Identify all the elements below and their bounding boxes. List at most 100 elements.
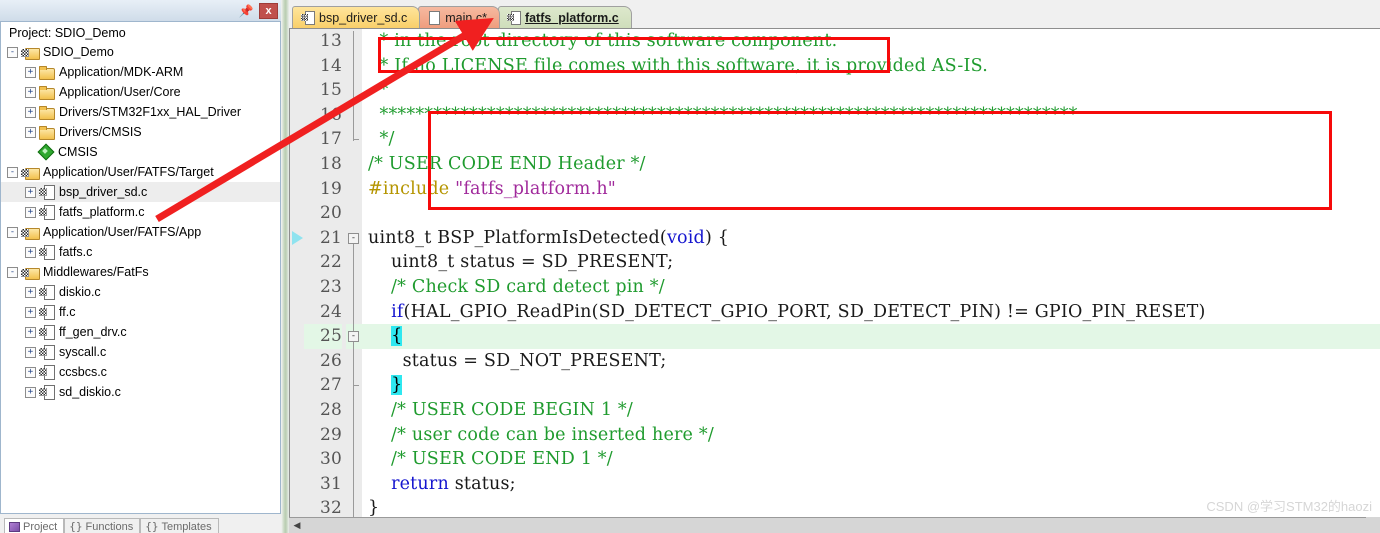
tree-item[interactable]: + ff_gen_drv.c [1,322,280,342]
close-icon[interactable]: x [259,2,278,19]
code-folding-gutter[interactable]: -- [346,29,362,517]
code-line[interactable]: { [362,324,1380,349]
horizontal-scrollbar[interactable]: ◀ [289,517,1380,533]
breakpoint-slot[interactable] [290,53,304,79]
panel-tab-functions[interactable]: {} Functions [64,518,141,533]
collapse-icon[interactable]: - [7,266,18,278]
breakpoint-slot[interactable] [290,176,304,202]
tree-item[interactable]: - Application/User/FATFS/Target [1,162,280,182]
code-line[interactable]: * [362,78,1380,103]
panel-splitter[interactable] [281,0,289,533]
breakpoint-slot[interactable] [290,29,304,54]
code-line[interactable]: if(HAL_GPIO_ReadPin(SD_DETECT_GPIO_PORT,… [362,300,1380,325]
tree-item-label: Drivers/STM32F1xx_HAL_Driver [59,105,241,119]
collapse-icon[interactable]: - [7,166,18,178]
tree-item[interactable]: - Middlewares/FatFs [1,262,280,282]
code-line[interactable]: * in the root directory of this software… [362,29,1380,54]
collapse-icon[interactable]: - [7,46,18,58]
expand-icon[interactable]: + [25,386,36,398]
breakpoint-slot[interactable] [290,127,304,152]
group-icon [21,166,40,180]
breakpoint-slot[interactable] [290,422,304,448]
tree-item[interactable]: + Application/User/Core [1,82,280,102]
fold-slot [346,177,362,202]
code-line[interactable]: /* USER CODE END Header */ [362,152,1380,177]
code-line[interactable]: uint8_t status = SD_PRESENT; [362,250,1380,275]
file-icon [39,285,55,300]
tree-item[interactable]: + syscall.c [1,342,280,362]
expand-icon[interactable]: + [25,206,36,218]
breakpoint-slot[interactable] [290,397,304,423]
breakpoint-gutter[interactable] [290,29,304,517]
tree-item[interactable]: - Application/User/FATFS/App [1,222,280,242]
braces-icon: {} [145,520,159,533]
breakpoint-slot[interactable] [290,201,304,226]
code-text[interactable]: * in the root directory of this software… [362,29,1380,517]
tree-item[interactable]: - SDIO_Demo [1,42,280,62]
tree-item[interactable]: + Drivers/CMSIS [1,122,280,142]
group-icon [21,266,40,280]
editor-tab[interactable]: main.c* [418,6,500,28]
breakpoint-slot[interactable] [290,250,304,275]
breakpoint-slot[interactable] [290,102,304,128]
tree-item-label: fatfs_platform.c [59,205,145,219]
expand-icon[interactable]: + [25,326,36,338]
project-tree[interactable]: Project: SDIO_Demo - SDIO_Demo + Applicatio… [0,22,281,513]
editor-tab[interactable]: bsp_driver_sd.c [292,6,421,28]
code-line[interactable]: * If no LICENSE file comes with this sof… [362,54,1380,79]
expand-icon[interactable]: + [25,66,36,78]
code-line[interactable]: /* user code can be inserted here */ [362,423,1380,448]
expand-icon[interactable]: + [25,306,36,318]
breakpoint-slot[interactable] [290,496,304,517]
code-line[interactable]: return status; [362,472,1380,497]
pin-icon[interactable]: 📌 [237,2,255,19]
code-line[interactable]: uint8_t BSP_PlatformIsDetected(void) { [362,226,1380,251]
code-line[interactable]: /* Check SD card detect pin */ [362,275,1380,300]
code-line[interactable]: ****************************************… [362,103,1380,128]
tree-item[interactable]: + bsp_driver_sd.c [1,182,280,202]
expand-icon[interactable]: + [25,346,36,358]
tree-item[interactable]: + sd_diskio.c [1,382,280,402]
breakpoint-slot[interactable] [290,324,304,349]
scroll-left-icon[interactable]: ◀ [289,518,305,533]
code-line[interactable]: /* USER CODE END 1 */ [362,447,1380,472]
code-line[interactable]: #include "fatfs_platform.h" [362,177,1380,202]
collapse-icon[interactable]: - [7,226,18,238]
execution-marker-icon[interactable] [292,230,303,245]
code-line[interactable]: */ [362,127,1380,152]
expand-icon[interactable]: + [25,126,36,138]
code-area[interactable]: 13 14 15 16 17 18 19 20 21 22 23 24 25 26 27 28 29 30 31 32… [289,28,1380,517]
breakpoint-slot[interactable] [290,78,304,103]
breakpoint-slot[interactable] [290,348,304,374]
expand-icon[interactable]: + [25,366,36,378]
expand-icon[interactable]: + [25,106,36,118]
tree-item[interactable]: + fatfs.c [1,242,280,262]
line-number: 15 [319,80,342,101]
code-line[interactable]: } [362,373,1380,398]
tree-item[interactable]: + Application/MDK-ARM [1,62,280,82]
expand-icon[interactable]: + [25,286,36,298]
fold-toggle-function[interactable]: - [348,232,359,244]
expand-icon[interactable]: + [25,86,36,98]
breakpoint-slot[interactable] [290,373,304,398]
code-line[interactable] [362,201,1380,226]
breakpoint-slot[interactable] [290,447,304,472]
breakpoint-slot[interactable] [290,299,304,325]
breakpoint-slot[interactable] [290,274,304,300]
tree-item[interactable]: + ccsbcs.c [1,362,280,382]
tree-item[interactable]: + ff.c [1,302,280,322]
breakpoint-slot[interactable] [290,471,304,497]
code-line[interactable]: status = SD_NOT_PRESENT; [362,349,1380,374]
fold-toggle-if-block[interactable]: - [348,331,359,343]
tree-item[interactable]: + fatfs_platform.c [1,202,280,222]
tree-item[interactable]: + diskio.c [1,282,280,302]
breakpoint-slot[interactable] [290,151,304,177]
panel-tab-project[interactable]: Project [4,518,65,533]
editor-tab[interactable]: fatfs_platform.c [497,6,632,28]
tree-item[interactable]: CMSIS [1,142,280,162]
expand-icon[interactable]: + [25,246,36,258]
panel-tab-templates[interactable]: {} Templates [140,518,219,533]
code-line[interactable]: /* USER CODE BEGIN 1 */ [362,398,1380,423]
tree-item[interactable]: + Drivers/STM32F1xx_HAL_Driver [1,102,280,122]
expand-icon[interactable]: + [25,186,36,198]
